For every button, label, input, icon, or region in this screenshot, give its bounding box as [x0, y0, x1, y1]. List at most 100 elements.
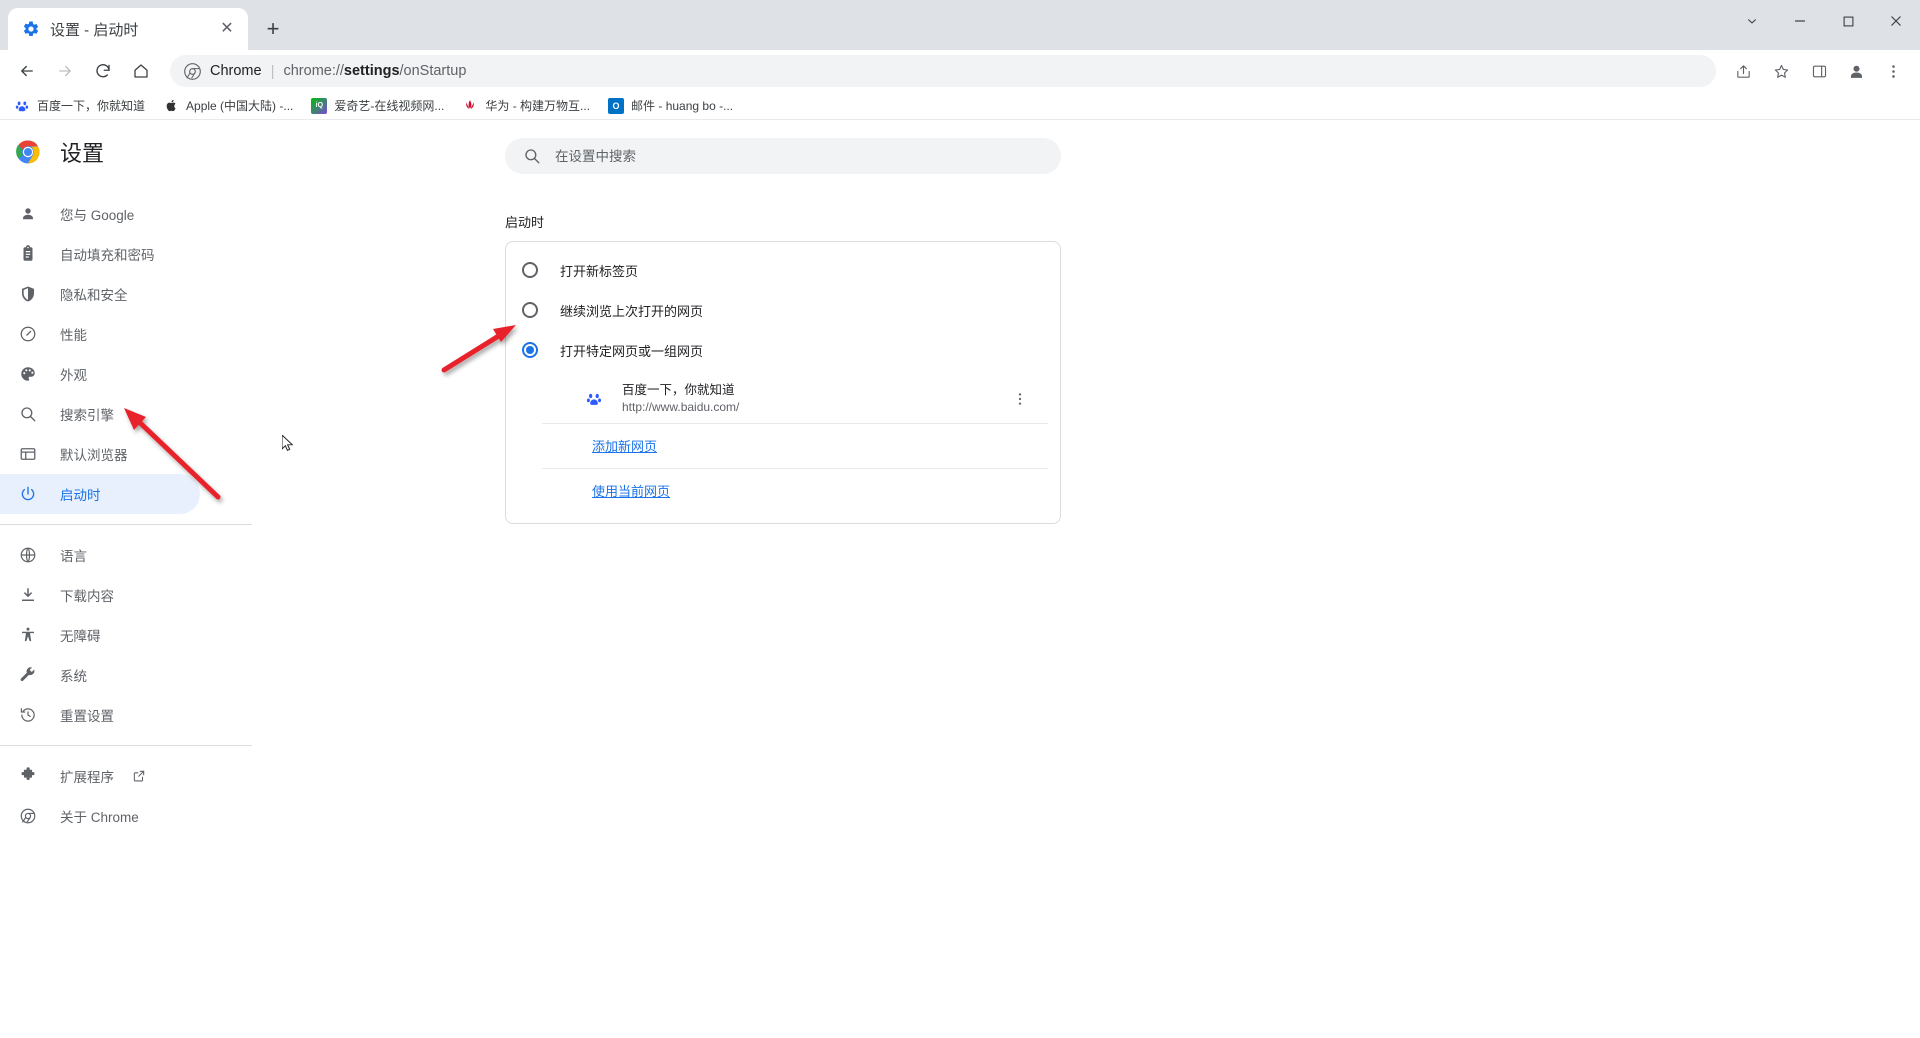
startup-options-card: 打开新标签页 继续浏览上次打开的网页 打开特定网页或一组网页 百度一下，你就知道: [505, 241, 1061, 524]
omnibox-url: chrome://settings/onStartup: [283, 63, 466, 79]
sidebar-item-performance[interactable]: 性能: [0, 314, 200, 354]
sidebar-item-accessibility[interactable]: 无障碍: [0, 615, 200, 655]
power-icon: [18, 484, 38, 504]
minimize-button[interactable]: [1776, 0, 1824, 42]
sidebar-item-label: 扩展程序: [60, 770, 114, 785]
home-icon[interactable]: [126, 56, 156, 86]
sidebar-item-you-and-google[interactable]: 您与 Google: [0, 194, 200, 234]
close-icon[interactable]: ✕: [216, 18, 238, 40]
reload-icon[interactable]: [88, 56, 118, 86]
omnibox-url-suffix: /onStartup: [399, 63, 467, 79]
radio-icon[interactable]: [522, 302, 538, 318]
share-icon[interactable]: [1728, 56, 1758, 86]
maximize-button[interactable]: [1824, 0, 1872, 42]
sidebar-item-privacy-security[interactable]: 隐私和安全: [0, 274, 200, 314]
startup-site-url: http://www.baidu.com/: [622, 400, 740, 414]
sidebar-item-downloads[interactable]: 下载内容: [0, 575, 200, 615]
sidebar-item-label: 隐私和安全: [60, 288, 128, 303]
radio-open-new-tab[interactable]: 打开新标签页: [506, 250, 1060, 290]
bookmarks-bar: 百度一下，你就知道 Apple (中国大陆) -... iQ 爱奇艺-在线视频网…: [0, 92, 1920, 120]
nav-divider: [0, 745, 252, 746]
chrome-logo-icon: [184, 62, 201, 80]
person-icon: [18, 204, 38, 224]
use-current-pages-row[interactable]: 使用当前网页: [542, 469, 1048, 513]
sidebar-item-label: 默认浏览器: [60, 448, 128, 463]
startup-site-more-icon[interactable]: [1008, 387, 1032, 411]
settings-content: 启动时 打开新标签页 继续浏览上次打开的网页 打开特定网页或一组网页: [252, 120, 1920, 980]
bookmark-item[interactable]: iQ 爱奇艺-在线视频网...: [303, 94, 452, 118]
settings-sidebar: 设置 您与 Google 自动填充和密码 隐私和安全 性能 外观 搜索引擎 默认…: [0, 120, 252, 980]
close-window-button[interactable]: [1872, 0, 1920, 42]
tab-search-chevron-down-icon[interactable]: [1728, 0, 1776, 42]
sidebar-item-on-startup[interactable]: 启动时: [0, 474, 200, 514]
sidebar-item-search-engine[interactable]: 搜索引擎: [0, 394, 200, 434]
search-icon: [18, 404, 38, 424]
sidebar-item-label: 系统: [60, 669, 87, 684]
wrench-icon: [18, 665, 38, 685]
radio-icon-selected[interactable]: [522, 342, 538, 358]
sidebar-item-extensions[interactable]: 扩展程序: [0, 756, 200, 796]
forward-icon[interactable]: [50, 56, 80, 86]
bookmark-item[interactable]: Apple (中国大陆) -...: [155, 94, 301, 118]
startup-site-row: 百度一下，你就知道 http://www.baidu.com/: [542, 374, 1048, 424]
page-title: 设置: [60, 141, 105, 166]
bookmark-item[interactable]: 百度一下，你就知道: [6, 94, 153, 118]
bookmark-label: 邮件 - huang bo -...: [631, 99, 734, 113]
sidebar-item-system[interactable]: 系统: [0, 655, 200, 695]
bookmark-item[interactable]: O 邮件 - huang bo -...: [600, 94, 741, 118]
add-new-page-link[interactable]: 添加新网页: [592, 439, 657, 454]
avatar[interactable]: [1842, 57, 1870, 85]
address-bar[interactable]: Chrome | chrome://settings/onStartup: [170, 55, 1716, 87]
download-icon: [18, 585, 38, 605]
radio-open-specific-pages[interactable]: 打开特定网页或一组网页: [506, 330, 1060, 370]
new-tab-button[interactable]: +: [256, 12, 290, 46]
toolbar-right-actions: [1724, 56, 1912, 86]
startup-site-texts: 百度一下，你就知道 http://www.baidu.com/: [622, 382, 1008, 415]
search-icon: [523, 147, 541, 165]
bookmark-item[interactable]: 华为 - 构建万物互...: [454, 94, 598, 118]
sidebar-item-autofill[interactable]: 自动填充和密码: [0, 234, 200, 274]
speedometer-icon: [18, 324, 38, 344]
use-current-pages-link[interactable]: 使用当前网页: [592, 484, 670, 499]
search-bar[interactable]: [505, 138, 1061, 174]
radio-icon[interactable]: [522, 262, 538, 278]
sidebar-item-languages[interactable]: 语言: [0, 535, 200, 575]
omnibox-url-bold: settings: [343, 63, 400, 79]
sidebar-item-label: 重置设置: [60, 709, 114, 724]
add-new-page-row[interactable]: 添加新网页: [542, 424, 1048, 469]
bookmark-label: 爱奇艺-在线视频网...: [334, 99, 445, 113]
browser-tab[interactable]: 设置 - 启动时 ✕: [8, 8, 248, 50]
baidu-paw-icon: [14, 98, 30, 114]
side-panel-icon[interactable]: [1804, 56, 1834, 86]
sidebar-item-about-chrome[interactable]: 关于 Chrome: [0, 796, 200, 836]
sidebar-item-label: 启动时: [60, 488, 101, 503]
nav-divider: [0, 524, 252, 525]
omnibox-url-prefix: chrome://: [283, 63, 344, 79]
bookmark-star-icon[interactable]: [1766, 56, 1796, 86]
radio-label: 继续浏览上次打开的网页: [560, 303, 704, 319]
search-input[interactable]: [555, 148, 1043, 164]
mouse-cursor: [281, 433, 294, 453]
chrome-outline-icon: [18, 806, 38, 826]
sidebar-item-label: 外观: [60, 368, 87, 383]
radio-continue-last-session[interactable]: 继续浏览上次打开的网页: [506, 290, 1060, 330]
back-icon[interactable]: [12, 56, 42, 86]
huawei-flower-icon: [462, 98, 478, 114]
sidebar-item-appearance[interactable]: 外观: [0, 354, 200, 394]
sidebar-item-label: 您与 Google: [60, 208, 135, 223]
shield-icon: [18, 284, 38, 304]
chrome-logo-icon: [16, 140, 40, 164]
settings-nav: 您与 Google 自动填充和密码 隐私和安全 性能 外观 搜索引擎 默认浏览器…: [0, 184, 252, 836]
bookmark-label: 华为 - 构建万物互...: [485, 99, 591, 113]
sidebar-item-label: 搜索引擎: [60, 408, 114, 423]
sidebar-item-default-browser[interactable]: 默认浏览器: [0, 434, 200, 474]
sidebar-item-reset-settings[interactable]: 重置设置: [0, 695, 200, 735]
browser-window-icon: [18, 444, 38, 464]
radio-label: 打开特定网页或一组网页: [560, 343, 704, 359]
iqiyi-icon: iQ: [311, 97, 328, 114]
sidebar-item-label: 关于 Chrome: [60, 810, 139, 825]
browser-menu-icon[interactable]: [1878, 56, 1908, 86]
accessibility-icon: [18, 625, 38, 645]
tab-title: 设置 - 启动时: [50, 21, 139, 39]
tab-strip: 设置 - 启动时 ✕ +: [0, 0, 1920, 50]
